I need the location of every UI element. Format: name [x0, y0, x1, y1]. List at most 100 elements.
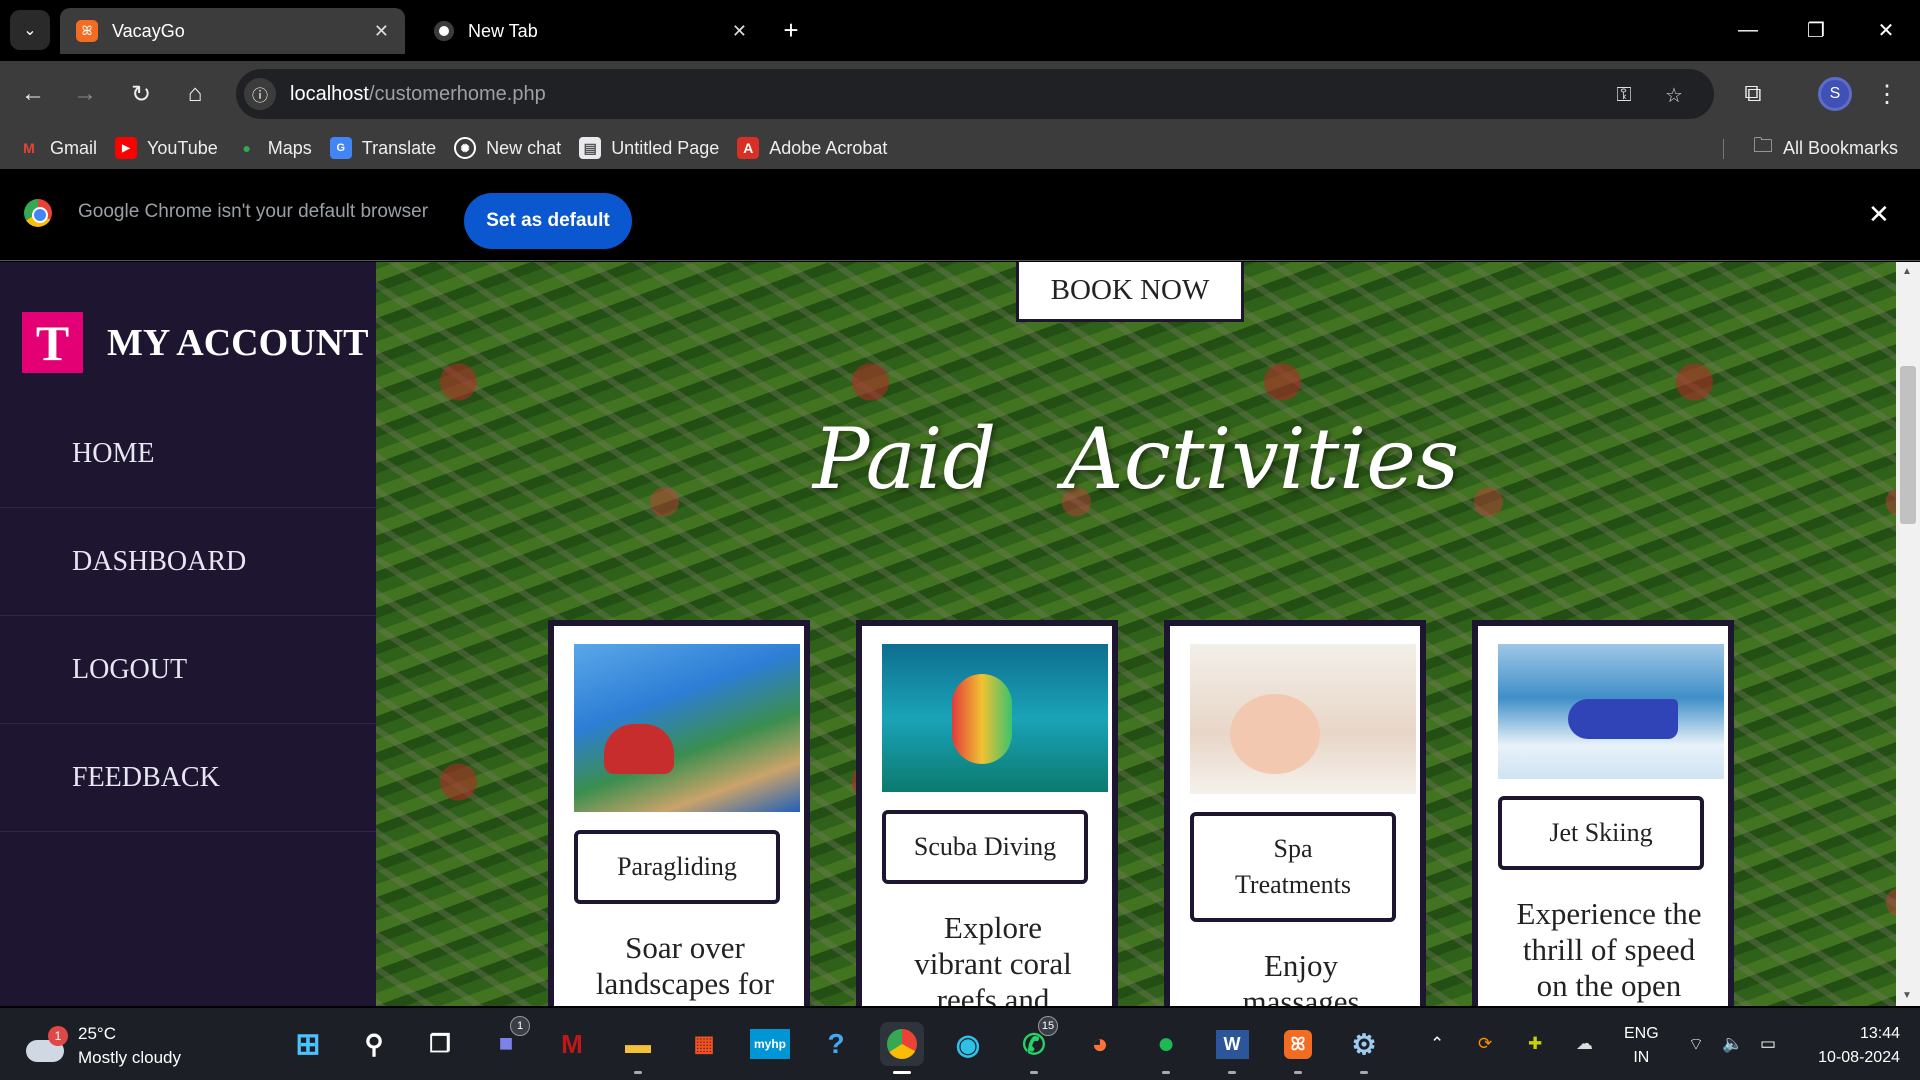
- window-close-icon[interactable]: ✕: [1852, 0, 1920, 61]
- translate-icon: G: [329, 137, 352, 159]
- tab-new-tab[interactable]: New Tab ✕: [418, 8, 763, 54]
- reload-icon[interactable]: ↻: [122, 75, 160, 113]
- sidebar-item-dashboard[interactable]: DASHBOARD: [0, 508, 376, 616]
- minimize-icon[interactable]: —: [1714, 0, 1782, 61]
- sidebar-item-feedback[interactable]: FEEDBACK: [0, 724, 376, 832]
- tray-app-icon[interactable]: ✚: [1528, 1008, 1542, 1080]
- sidebar-item-home[interactable]: HOME: [0, 400, 376, 508]
- activity-card-scuba-diving: Scuba Diving Explore vibrant coral reefs…: [856, 620, 1118, 1006]
- language-indicator[interactable]: ENG IN: [1624, 1022, 1659, 1070]
- web-page: T MY ACCOUNT HOME DASHBOARD LOGOUT FEEDB…: [0, 262, 1920, 1006]
- tab-title: New Tab: [468, 20, 538, 41]
- bookmark-new-chat[interactable]: ✺ New chat: [454, 137, 561, 159]
- site-info-icon[interactable]: ⓘ: [244, 78, 276, 110]
- settings-gear-icon[interactable]: ⚙: [1342, 1022, 1386, 1074]
- url-text: localhost/customerhome.php: [290, 82, 546, 105]
- system-clock[interactable]: 13:44 10-08-2024: [1800, 1022, 1900, 1070]
- word-icon[interactable]: W: [1210, 1022, 1254, 1074]
- bookmarks-bar: M Gmail ▶ YouTube ● Maps G Translate ✺ N…: [0, 127, 1920, 169]
- activity-button-scuba-diving[interactable]: Scuba Diving: [882, 810, 1088, 884]
- bookmark-youtube[interactable]: ▶ YouTube: [115, 137, 218, 159]
- scroll-down-arrow-icon[interactable]: ▼: [1902, 990, 1912, 1001]
- folder-icon: 🗀: [1752, 135, 1773, 157]
- scrollbar-thumb[interactable]: [1900, 366, 1916, 524]
- main-content: BOOK NOW Paid Activities Paragliding Soa…: [376, 262, 1896, 1006]
- screen: ⌄ ꕤ VacayGo ✕ New Tab ✕ + — ❐ ✕ ← → ↻ ⌂ …: [0, 0, 1920, 1080]
- more-menu-icon[interactable]: ⋮: [1868, 75, 1906, 113]
- bookmark-gmail[interactable]: M Gmail: [18, 137, 97, 159]
- tab-vacaygo[interactable]: ꕤ VacayGo ✕: [60, 8, 405, 54]
- search-icon[interactable]: ⚲: [352, 1022, 396, 1066]
- whatsapp-icon[interactable]: ✆ 15: [1012, 1016, 1058, 1074]
- microsoft-store-icon[interactable]: ▦: [682, 1022, 726, 1066]
- book-now-button[interactable]: BOOK NOW: [1016, 262, 1244, 322]
- xampp-icon[interactable]: ꕤ: [1276, 1022, 1320, 1074]
- sidebar-item-logout[interactable]: LOGOUT: [0, 616, 376, 724]
- weather-widget[interactable]: 1 25°C Mostly cloudy: [26, 1022, 181, 1070]
- network-warning-icon[interactable]: ☁: [1576, 1008, 1593, 1080]
- help-icon[interactable]: ?: [814, 1022, 858, 1066]
- spa-photo: [1190, 644, 1416, 794]
- activity-card-spa-treatments: Spa Treatments Enjoy massages: [1164, 620, 1426, 1006]
- page-icon: ▤: [579, 137, 602, 159]
- chatgpt-icon: ✺: [454, 137, 477, 159]
- activity-button-spa-treatments[interactable]: Spa Treatments: [1190, 812, 1396, 922]
- bookmark-translate[interactable]: G Translate: [329, 137, 436, 159]
- show-hidden-icons-chevron-up-icon[interactable]: ⌃: [1430, 1008, 1444, 1080]
- activity-description: Soar over landscapes for: [595, 930, 775, 1001]
- all-bookmarks-button[interactable]: 🗀 All Bookmarks: [1753, 127, 1898, 169]
- close-icon[interactable]: ✕: [374, 21, 389, 42]
- activity-button-paragliding[interactable]: Paragliding: [574, 830, 780, 904]
- maps-pin-icon: ●: [242, 140, 251, 156]
- firefox-icon[interactable]: ◕: [1078, 1022, 1122, 1066]
- spotify-icon[interactable]: ●: [1144, 1022, 1188, 1074]
- infobar-message: Google Chrome isn't your default browser: [78, 201, 429, 222]
- paragliding-photo: [574, 644, 800, 812]
- sidebar-title: MY ACCOUNT: [107, 321, 369, 364]
- youtube-icon: ▶: [115, 137, 138, 159]
- sidebar-menu: HOME DASHBOARD LOGOUT FEEDBACK: [0, 400, 376, 832]
- activity-button-jet-skiing[interactable]: Jet Skiing: [1498, 796, 1704, 870]
- chrome-favicon-icon: [434, 21, 454, 41]
- volume-icon[interactable]: 🔈: [1722, 1008, 1743, 1080]
- close-icon[interactable]: ✕: [732, 21, 747, 42]
- restore-icon[interactable]: ❐: [1782, 0, 1850, 61]
- activity-description: Explore vibrant coral reefs and: [914, 910, 1072, 1006]
- edge-icon[interactable]: ◉: [946, 1022, 990, 1066]
- bookmark-maps[interactable]: ● Maps: [236, 137, 312, 159]
- jetski-photo: [1498, 644, 1724, 779]
- extensions-icon[interactable]: ⧉: [1734, 75, 1772, 113]
- myhp-icon[interactable]: myhp: [748, 1022, 792, 1066]
- battery-icon[interactable]: ▭: [1760, 1008, 1776, 1080]
- back-arrow-icon[interactable]: ←: [14, 75, 52, 113]
- chrome-taskbar-icon[interactable]: [880, 1022, 924, 1074]
- wifi-icon[interactable]: ⌔: [1688, 1008, 1704, 1080]
- windows-taskbar: 1 25°C Mostly cloudy ⊞ ⚲ ❐ ■ 1 M ▬ ▦ myhp…: [0, 1008, 1920, 1080]
- bookmark-adobe-acrobat[interactable]: A Adobe Acrobat: [737, 137, 887, 159]
- profile-avatar[interactable]: S: [1818, 77, 1852, 111]
- home-icon[interactable]: ⌂: [176, 75, 214, 113]
- xampp-favicon-icon: ꕤ: [76, 20, 98, 42]
- task-view-icon[interactable]: ❐: [418, 1022, 462, 1066]
- address-bar[interactable]: ⓘ localhost/customerhome.php ⚿ ☆: [236, 69, 1714, 119]
- sidebar-brand: T MY ACCOUNT: [22, 312, 368, 373]
- windows-start-icon[interactable]: ⊞: [286, 1022, 330, 1066]
- tab-search-button[interactable]: ⌄: [10, 10, 50, 50]
- key-icon[interactable]: ⚿: [1608, 79, 1640, 111]
- sync-icon[interactable]: ⟳: [1478, 1008, 1492, 1080]
- set-as-default-button[interactable]: Set as default: [464, 193, 632, 249]
- gmail-icon: M: [23, 140, 35, 156]
- mcafee-icon[interactable]: M: [550, 1022, 594, 1066]
- scroll-up-arrow-icon[interactable]: ▲: [1902, 266, 1912, 277]
- file-explorer-icon[interactable]: ▬: [616, 1022, 660, 1074]
- star-bookmark-icon[interactable]: ☆: [1658, 79, 1690, 111]
- page-scrollbar[interactable]: ▲ ▼: [1896, 262, 1920, 1006]
- bookmark-untitled-page[interactable]: ▤ Untitled Page: [579, 137, 719, 159]
- new-tab-plus-icon[interactable]: +: [775, 14, 807, 46]
- bookmarks-divider: [1723, 139, 1724, 159]
- brand-logo: T: [22, 312, 83, 373]
- close-icon[interactable]: ✕: [1868, 199, 1890, 230]
- default-browser-infobar: Google Chrome isn't your default browser…: [0, 169, 1920, 261]
- teams-chat-icon[interactable]: ■ 1: [484, 1016, 530, 1066]
- forward-arrow-icon[interactable]: →: [66, 75, 104, 113]
